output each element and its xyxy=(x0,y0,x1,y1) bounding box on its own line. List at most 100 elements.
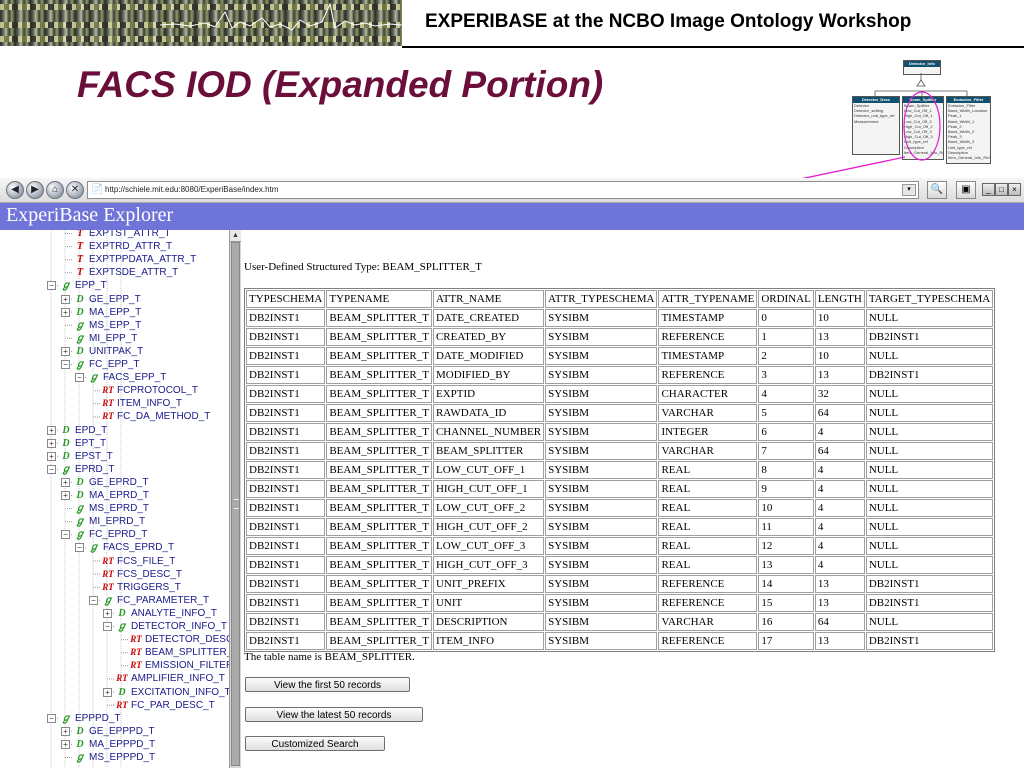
table-cell: SYSIBM xyxy=(545,385,658,403)
table-cell: SYSIBM xyxy=(545,537,658,555)
expand-icon[interactable]: + xyxy=(61,726,70,736)
search-icon[interactable]: 🔍 xyxy=(927,181,947,199)
tree-item-label[interactable]: MI_EPP_T xyxy=(89,332,137,345)
tree-item-label[interactable]: EXPTST_ATTR_T xyxy=(89,230,171,240)
column-header: ATTR_NAME xyxy=(432,290,545,308)
expand-icon[interactable]: + xyxy=(61,294,70,304)
table-cell: DB2INST1 xyxy=(246,366,326,384)
tree-item-label[interactable]: EPPPD_T xyxy=(75,712,121,725)
table-header-row: TYPESCHEMA TYPENAME ATTR_NAME ATTR_TYPESCHE… xyxy=(246,290,994,308)
collapse-icon[interactable]: − xyxy=(47,713,56,723)
tree-item-label[interactable]: EXPTPPDATA_ATTR_T xyxy=(89,253,196,266)
table-cell: 4 xyxy=(814,518,865,536)
collapse-icon[interactable]: − xyxy=(89,595,98,605)
tree-item-label[interactable]: FC_DA_METHOD_T xyxy=(117,410,210,423)
tree-item-label[interactable]: FCPROTOCOL_T xyxy=(117,384,198,397)
collapse-icon[interactable]: − xyxy=(61,530,70,540)
tree-item-label[interactable]: FC_EPRD_T xyxy=(89,528,147,541)
table-cell: BEAM_SPLITTER xyxy=(432,442,545,460)
tree-item-label[interactable]: EXCITATION_INFO_T xyxy=(131,686,229,699)
tree-item-label[interactable]: FC_PAR_DESC_T xyxy=(131,699,215,712)
tree-item-label[interactable]: DETECTOR_DESC_T xyxy=(145,633,229,646)
expand-icon[interactable]: + xyxy=(61,477,70,487)
tree-item-label[interactable]: EPST_T xyxy=(75,450,113,463)
collapse-icon[interactable]: − xyxy=(75,373,84,383)
scroll-up-icon[interactable]: ▲ xyxy=(230,230,241,242)
tree-item-label[interactable]: FCS_FILE_T xyxy=(117,555,175,568)
tree-item-label[interactable]: DETECTOR_INFO_T xyxy=(131,620,227,633)
page-view-icon[interactable]: ▣ xyxy=(956,181,976,199)
expand-icon[interactable]: + xyxy=(47,451,56,461)
tree-item-label[interactable]: MS_EPRD_T xyxy=(89,502,149,515)
column-header: LENGTH xyxy=(814,290,865,308)
expand-icon[interactable]: + xyxy=(61,739,70,749)
tree-item-label[interactable]: FCS_DESC_T xyxy=(117,568,182,581)
tree-item-label[interactable]: GE_EPRD_T xyxy=(89,476,148,489)
tree-item-label[interactable]: TRIGGERS_T xyxy=(117,581,181,594)
table-cell: HIGH_CUT_OFF_2 xyxy=(432,518,545,536)
tree-item-label[interactable]: MA_EPPPD_T xyxy=(89,738,155,751)
tree-item-label[interactable]: MA_EPRD_T xyxy=(89,489,149,502)
view-latest-50-button[interactable]: View the latest 50 records xyxy=(245,707,423,722)
collapse-icon[interactable]: − xyxy=(47,281,56,291)
collapse-icon[interactable]: − xyxy=(75,543,84,553)
scroll-thumb[interactable] xyxy=(231,242,240,766)
tree-item-label[interactable]: EPRD_T xyxy=(75,463,114,476)
table-row: DB2INST1 BEAM_SPLITTER_T MODIFIED_BY SYSIBM… xyxy=(246,366,994,384)
collapse-icon[interactable]: − xyxy=(47,464,56,474)
table-cell: CREATED_BY xyxy=(432,328,545,346)
type-heading: User-Defined Structured Type: BEAM_SPLIT… xyxy=(244,261,483,273)
url-dropdown-icon[interactable]: ▾ xyxy=(902,184,916,196)
view-first-50-button[interactable]: View the first 50 records xyxy=(245,677,410,692)
tree-item-label[interactable]: FACS_EPP_T xyxy=(103,371,166,384)
tree-item-label[interactable]: MA_EPP_T xyxy=(89,306,141,319)
table-cell: 10 xyxy=(814,347,865,365)
tree-item-label[interactable]: BEAM_SPLITTER_T xyxy=(145,646,229,659)
tree-item-label[interactable]: ANALYTE_INFO_T xyxy=(131,607,217,620)
stop-icon[interactable]: ✕ xyxy=(66,181,84,199)
table-cell: BEAM_SPLITTER_T xyxy=(326,366,432,384)
tree-item-label[interactable]: FC_PARAMETER_T xyxy=(117,594,209,607)
tree-item-label[interactable]: EXPTSDE_ATTR_T xyxy=(89,266,178,279)
table-cell: 14 xyxy=(758,575,814,593)
tree-item-label[interactable]: EPT_T xyxy=(75,437,106,450)
tree-item-label[interactable]: GE_EPPPD_T xyxy=(89,725,155,738)
minimize-icon[interactable]: _ xyxy=(982,183,995,196)
expand-icon[interactable]: + xyxy=(61,346,70,356)
table-cell: REAL xyxy=(658,480,758,498)
expand-icon[interactable]: + xyxy=(61,307,70,317)
expand-icon[interactable]: + xyxy=(47,438,56,448)
tree-scrollbar[interactable]: ▲ xyxy=(229,230,241,768)
tree-item-label[interactable]: FACS_EPRD_T xyxy=(103,541,174,554)
close-icon[interactable]: × xyxy=(1008,183,1021,196)
expand-icon[interactable]: + xyxy=(61,491,70,500)
tree-item-label[interactable]: EPD_T xyxy=(75,424,107,437)
home-icon[interactable]: ⌂ xyxy=(46,181,64,199)
back-icon[interactable]: ◀ xyxy=(6,181,24,199)
tree-item-label[interactable]: ITEM_INFO_T xyxy=(117,397,182,410)
expand-icon[interactable]: + xyxy=(47,425,56,435)
tree-item-label[interactable]: MS_EPPPD_T xyxy=(89,751,155,764)
expand-icon[interactable]: + xyxy=(103,687,112,697)
table-cell: 4 xyxy=(814,480,865,498)
tree-item-label[interactable]: GE_EPP_T xyxy=(89,293,141,306)
maximize-icon[interactable]: □ xyxy=(995,183,1008,196)
table-cell: 13 xyxy=(758,556,814,574)
collapse-icon[interactable]: − xyxy=(103,622,112,631)
tree-item-label[interactable]: EPP_T xyxy=(75,279,107,292)
schema-tree: Ƭ EXPTST_ATTR_T Ƭ EXPTRD_ATTR_T Ƭ EXPTPPDATA_… xyxy=(0,230,229,768)
tree-item-label[interactable]: FC_EPP_T xyxy=(89,358,140,371)
table-cell: BEAM_SPLITTER_T xyxy=(326,518,432,536)
tree-item-label[interactable]: MI_EPRD_T xyxy=(89,515,145,528)
tree-item-label[interactable]: UNITPAK_T xyxy=(89,345,143,358)
expand-icon[interactable]: + xyxy=(103,608,112,618)
address-bar[interactable]: 📄 http://schiele.mit.edu:8080/ExperiBase… xyxy=(87,181,919,199)
url-text[interactable]: http://schiele.mit.edu:8080/ExperiBase/i… xyxy=(105,184,278,196)
tree-item-label[interactable]: MS_EPP_T xyxy=(89,319,141,332)
forward-icon[interactable]: ▶ xyxy=(26,181,44,199)
tree-item-label[interactable]: EXPTRD_ATTR_T xyxy=(89,240,172,253)
customized-search-button[interactable]: Customized Search xyxy=(245,736,385,751)
tree-item-label[interactable]: EMISSION_FILTER_T xyxy=(145,659,229,672)
tree-item-label[interactable]: AMPLIFIER_INFO_T xyxy=(131,672,225,685)
collapse-icon[interactable]: − xyxy=(61,360,70,369)
